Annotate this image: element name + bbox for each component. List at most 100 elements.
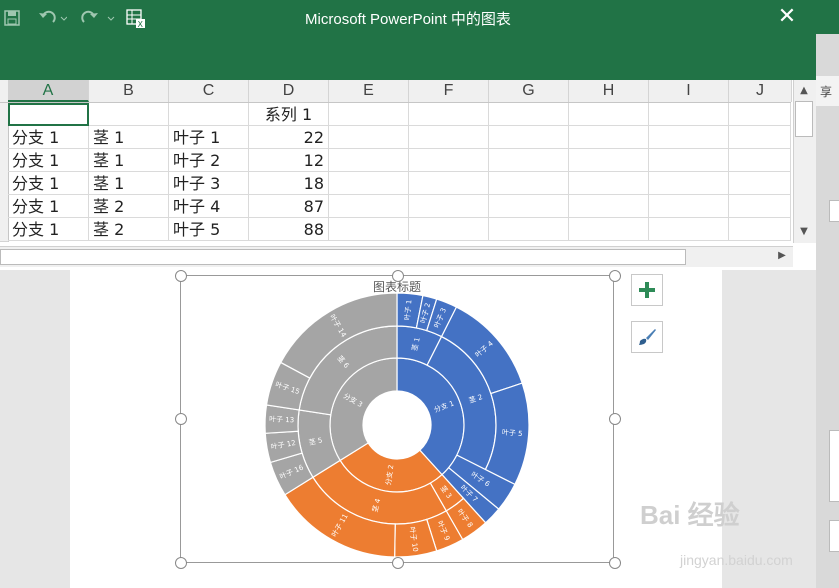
ribbon-fragment[interactable]: 享	[816, 76, 839, 106]
sunburst-center-hole	[363, 391, 431, 459]
cell-a4[interactable]: 分支 1	[8, 172, 89, 195]
close-icon: ✕	[777, 4, 797, 29]
cell-a1[interactable]	[8, 103, 89, 126]
empty-cell[interactable]	[489, 103, 569, 126]
empty-cell[interactable]	[409, 149, 489, 172]
empty-cell[interactable]	[569, 126, 649, 149]
empty-cell[interactable]	[729, 149, 791, 172]
side-scroll-control[interactable]	[829, 200, 839, 222]
empty-cell[interactable]	[409, 172, 489, 195]
empty-cell[interactable]	[729, 126, 791, 149]
empty-cell[interactable]	[409, 218, 489, 241]
column-header-d[interactable]: D	[249, 80, 329, 102]
empty-cell[interactable]	[409, 126, 489, 149]
segment-label: 叶子 13	[269, 414, 295, 424]
side-scroll-control[interactable]	[829, 520, 839, 552]
cell-c4[interactable]: 叶子 3	[169, 172, 249, 195]
cell-d5[interactable]: 87	[249, 195, 329, 218]
empty-cell[interactable]	[409, 103, 489, 126]
column-header-h[interactable]: H	[569, 80, 649, 102]
cell-b6[interactable]: 茎 2	[89, 218, 169, 241]
resize-handle-bottom-right[interactable]	[609, 557, 621, 569]
column-header-i[interactable]: I	[649, 80, 729, 102]
column-header-f[interactable]: F	[409, 80, 489, 102]
ribbon-fragment-label: 享	[820, 85, 833, 99]
empty-cell[interactable]	[649, 103, 729, 126]
chart-elements-button[interactable]	[631, 274, 663, 306]
column-header-g[interactable]: G	[489, 80, 569, 102]
resize-handle-right[interactable]	[609, 413, 621, 425]
empty-cell[interactable]	[649, 172, 729, 195]
cell-c5[interactable]: 叶子 4	[169, 195, 249, 218]
close-button[interactable]: ✕	[774, 4, 800, 30]
cell-d2[interactable]: 22	[249, 126, 329, 149]
paintbrush-icon	[639, 329, 656, 345]
resize-handle-bottom-left[interactable]	[175, 557, 187, 569]
vertical-scroll-thumb[interactable]	[795, 101, 813, 137]
empty-cell[interactable]	[329, 218, 409, 241]
cell-d3[interactable]: 12	[249, 149, 329, 172]
scroll-down-arrow-icon[interactable]: ▼	[795, 224, 813, 240]
empty-cell[interactable]	[649, 218, 729, 241]
cell-d1[interactable]: 系列 1	[249, 103, 329, 126]
empty-cell[interactable]	[729, 172, 791, 195]
empty-cell[interactable]	[649, 149, 729, 172]
segment-label: 叶子 5	[502, 428, 523, 438]
cell-d6[interactable]: 88	[249, 218, 329, 241]
resize-handle-top-left[interactable]	[175, 270, 187, 282]
cell-c3[interactable]: 叶子 2	[169, 149, 249, 172]
empty-cell[interactable]	[569, 149, 649, 172]
resize-handle-top[interactable]	[392, 270, 404, 282]
empty-cell[interactable]	[569, 172, 649, 195]
horizontal-scroll-thumb[interactable]	[0, 249, 686, 265]
empty-cell[interactable]	[729, 195, 791, 218]
empty-cell[interactable]	[569, 218, 649, 241]
column-header-b[interactable]: B	[89, 80, 169, 102]
empty-cell[interactable]	[489, 126, 569, 149]
scroll-right-arrow-icon[interactable]: ▶	[775, 249, 789, 263]
column-header-j[interactable]: J	[729, 80, 792, 102]
empty-cell[interactable]	[409, 195, 489, 218]
empty-cell[interactable]	[329, 172, 409, 195]
column-header-c[interactable]: C	[169, 80, 249, 102]
side-scroll-thumb[interactable]	[829, 430, 839, 502]
empty-cell[interactable]	[329, 149, 409, 172]
empty-cell[interactable]	[729, 218, 791, 241]
empty-cell[interactable]	[569, 195, 649, 218]
empty-cell[interactable]	[569, 103, 649, 126]
empty-cell[interactable]	[489, 218, 569, 241]
cell-b4[interactable]: 茎 1	[89, 172, 169, 195]
column-header-e[interactable]: E	[329, 80, 409, 102]
window-titlebar[interactable]: X Microsoft PowerPoint 中的图表 ✕	[0, 0, 816, 34]
cell-a3[interactable]: 分支 1	[8, 149, 89, 172]
resize-handle-left[interactable]	[175, 413, 187, 425]
cell-a2[interactable]: 分支 1	[8, 126, 89, 149]
cell-b1[interactable]	[89, 103, 169, 126]
empty-cell[interactable]	[649, 195, 729, 218]
empty-cell[interactable]	[649, 126, 729, 149]
empty-cell[interactable]	[489, 172, 569, 195]
column-header-a[interactable]: A	[8, 80, 89, 102]
cell-a6[interactable]: 分支 1	[8, 218, 89, 241]
cell-c2[interactable]: 叶子 1	[169, 126, 249, 149]
plus-icon	[639, 282, 655, 298]
cell-d4[interactable]: 18	[249, 172, 329, 195]
cell-b5[interactable]: 茎 2	[89, 195, 169, 218]
empty-cell[interactable]	[489, 149, 569, 172]
resize-handle-top-right[interactable]	[609, 270, 621, 282]
cell-b2[interactable]: 茎 1	[89, 126, 169, 149]
empty-cell[interactable]	[329, 195, 409, 218]
empty-cell[interactable]	[329, 126, 409, 149]
chart-styles-button[interactable]	[631, 321, 663, 353]
cell-b3[interactable]: 茎 1	[89, 149, 169, 172]
watermark: Bai 经验	[640, 500, 740, 530]
empty-cell[interactable]	[489, 195, 569, 218]
sunburst-chart[interactable]: 分支 1茎 1叶子 1 叶子 2 叶子 3茎 2叶子 4叶子 5叶子 6叶子 7分支…	[180, 275, 614, 563]
resize-handle-bottom[interactable]	[392, 557, 404, 569]
scroll-up-arrow-icon[interactable]: ▲	[795, 83, 813, 99]
cell-c6[interactable]: 叶子 5	[169, 218, 249, 241]
cell-c1[interactable]	[169, 103, 249, 126]
empty-cell[interactable]	[729, 103, 791, 126]
cell-a5[interactable]: 分支 1	[8, 195, 89, 218]
empty-cell[interactable]	[329, 103, 409, 126]
